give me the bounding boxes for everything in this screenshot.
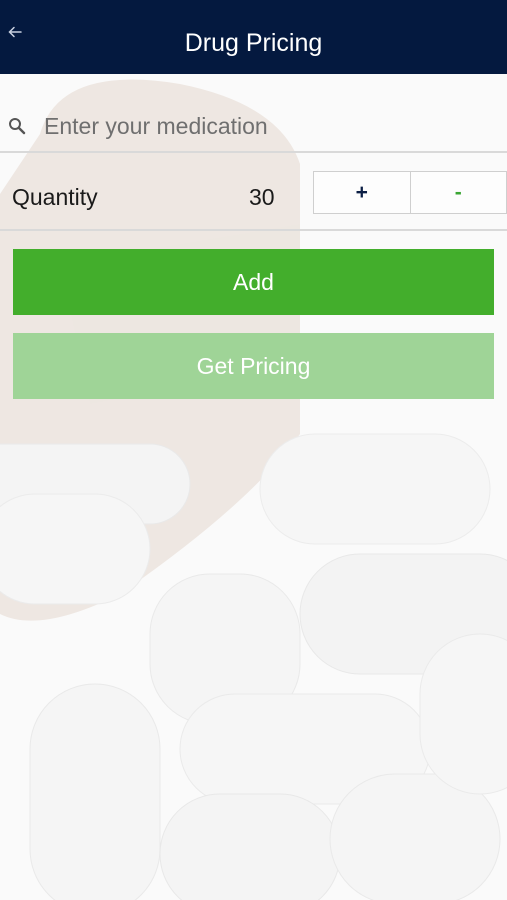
search-icon [9,118,26,135]
quantity-value: 30 [249,184,275,210]
quantity-stepper: + - [313,171,507,214]
arrow-left-icon [8,26,22,38]
search-bar [0,100,507,151]
back-button[interactable] [4,20,26,44]
decrement-button[interactable]: - [411,172,507,213]
divider [0,151,507,153]
quantity-label: Quantity [12,184,98,210]
app-header: Drug Pricing [0,0,507,74]
increment-button[interactable]: + [314,172,411,213]
medication-search-input[interactable] [44,108,484,144]
add-button[interactable]: Add [13,249,494,315]
page-title: Drug Pricing [184,29,323,57]
divider [0,229,507,231]
get-pricing-button[interactable]: Get Pricing [13,333,494,399]
